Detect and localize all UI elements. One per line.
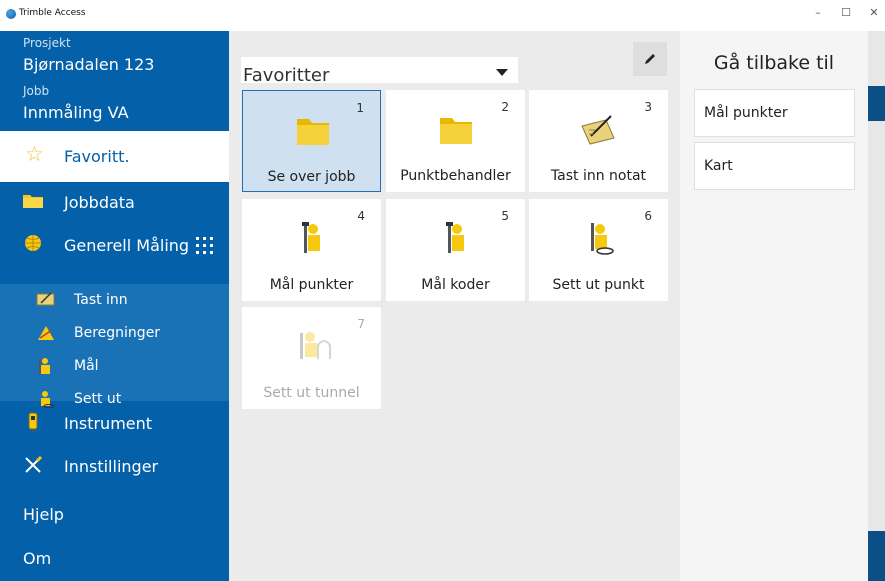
favorites-dropdown[interactable]: Favoritter xyxy=(241,57,518,83)
minimize-button[interactable]: – xyxy=(808,6,828,19)
sidebar-item-innstillinger[interactable]: Innstillinger xyxy=(0,446,229,486)
app-grid-icon[interactable] xyxy=(196,237,214,255)
star-icon: ☆ xyxy=(25,142,44,166)
folder-icon xyxy=(22,191,44,213)
tile-label: Tast inn notat xyxy=(550,168,647,184)
pencil-icon xyxy=(645,54,655,64)
favorites-label: Favoritt. xyxy=(64,147,130,166)
edge-block xyxy=(868,86,885,121)
sidebar-item-label: Instrument xyxy=(64,414,153,433)
go-back-item-label: Kart xyxy=(704,158,733,174)
surveyor-icon xyxy=(36,357,56,377)
tile-number: 1 xyxy=(356,101,364,115)
sidebar-item-jobbdata[interactable]: Jobbdata xyxy=(0,182,229,222)
globe-icon xyxy=(22,234,44,256)
sidebar-item-label: Om xyxy=(23,549,52,568)
submenu: Tast inn Beregninger Mål Sett ut xyxy=(0,284,229,408)
close-button[interactable]: ✕ xyxy=(864,6,884,19)
title-bar: Trimble Access – ☐ ✕ xyxy=(0,0,885,31)
tile-number: 7 xyxy=(357,317,365,331)
sidebar-item-label: Jobbdata xyxy=(64,193,135,212)
sidebar-item-label: Hjelp xyxy=(23,505,64,524)
favorite-tile-mal-koder[interactable]: 5 Mål koder xyxy=(386,199,525,301)
project-label: Prosjekt xyxy=(23,36,71,50)
tile-number: 6 xyxy=(644,209,652,223)
chevron-down-icon xyxy=(496,69,508,76)
tile-label: Mål koder xyxy=(421,277,490,293)
sidebar-item-instrument[interactable]: Instrument xyxy=(0,403,229,443)
sidebar-item-generell-maling[interactable]: Generell Måling xyxy=(0,225,229,265)
tools-icon xyxy=(22,455,44,477)
project-name: Bjørnadalen 123 xyxy=(23,55,155,74)
tile-label: Sett ut tunnel xyxy=(263,385,360,401)
maximize-button[interactable]: ☐ xyxy=(836,6,856,19)
job-label: Jobb xyxy=(23,84,50,98)
tile-label: Sett ut punkt xyxy=(552,277,645,293)
sidebar-item-om[interactable]: Om xyxy=(0,538,229,578)
sidebar-subitem-label: Beregninger xyxy=(74,325,161,341)
sidebar-subitem-label: Mål xyxy=(74,358,99,374)
favorite-tile-mal-punkter[interactable]: 4 Mål punkter xyxy=(242,199,381,301)
go-back-item-kart[interactable]: Kart xyxy=(694,142,855,190)
surveyor-icon xyxy=(446,222,464,253)
favorite-tile-punktbehandler[interactable]: 2 Punktbehandler xyxy=(386,90,525,192)
instrument-icon xyxy=(22,412,44,434)
favorite-tile-tast-inn-notat[interactable]: 3 Tast inn notat xyxy=(529,90,668,192)
sidebar-subitem-label: Tast inn xyxy=(74,292,128,308)
background-window-edge xyxy=(868,31,885,581)
job-name: Innmåling VA xyxy=(23,103,129,122)
go-back-panel: Gå tilbake til Mål punkter Kart xyxy=(680,31,868,581)
tile-number: 3 xyxy=(644,100,652,114)
surveyor-icon xyxy=(302,222,320,253)
note-icon xyxy=(581,115,615,145)
go-back-item-mal-punkter[interactable]: Mål punkter xyxy=(694,89,855,137)
favorite-tile-sett-ut-punkt[interactable]: 6 Sett ut punkt xyxy=(529,199,668,301)
tile-label: Se over jobb xyxy=(267,169,356,185)
stakeout-icon xyxy=(591,223,614,255)
sidebar-subitem-tast-inn[interactable]: Tast inn xyxy=(0,284,229,317)
favorites-panel: Favoritter 1 Se over jobb 2 Punktbehandl… xyxy=(229,31,680,581)
go-back-heading: Gå tilbake til xyxy=(713,52,835,74)
calculator-icon xyxy=(36,324,56,344)
sidebar-item-hjelp[interactable]: Hjelp xyxy=(0,494,229,534)
sidebar-subitem-mal[interactable]: Mål xyxy=(0,350,229,383)
sidebar: Prosjekt Bjørnadalen 123 Jobb Innmåling … xyxy=(0,31,229,581)
folder-icon xyxy=(297,119,329,145)
keypad-icon xyxy=(36,291,56,311)
favorite-tile-se-over-jobb[interactable]: 1 Se over jobb xyxy=(242,90,381,192)
dropdown-value: Favoritter xyxy=(243,65,330,83)
trimble-logo-icon xyxy=(6,9,16,19)
tile-number: 4 xyxy=(357,209,365,223)
sidebar-item-label: Innstillinger xyxy=(64,457,159,476)
project-info[interactable]: Prosjekt Bjørnadalen 123 Jobb Innmåling … xyxy=(0,31,229,131)
go-back-item-label: Mål punkter xyxy=(704,105,788,121)
tile-label: Mål punkter xyxy=(269,277,354,293)
edge-block xyxy=(868,531,885,581)
tunnel-icon xyxy=(300,332,331,359)
sidebar-item-label: Generell Måling xyxy=(64,236,190,255)
tile-label: Punktbehandler xyxy=(400,168,511,184)
window-title: Trimble Access xyxy=(19,8,86,18)
tile-number: 2 xyxy=(501,100,509,114)
favorite-tile-sett-ut-tunnel[interactable]: 7 Sett ut tunnel xyxy=(242,307,381,409)
edit-button[interactable] xyxy=(633,42,667,76)
sidebar-subitem-beregninger[interactable]: Beregninger xyxy=(0,317,229,350)
sidebar-item-favorites[interactable]: ☆ Favoritt. xyxy=(0,131,229,182)
tile-number: 5 xyxy=(501,209,509,223)
folder-icon xyxy=(440,118,472,144)
